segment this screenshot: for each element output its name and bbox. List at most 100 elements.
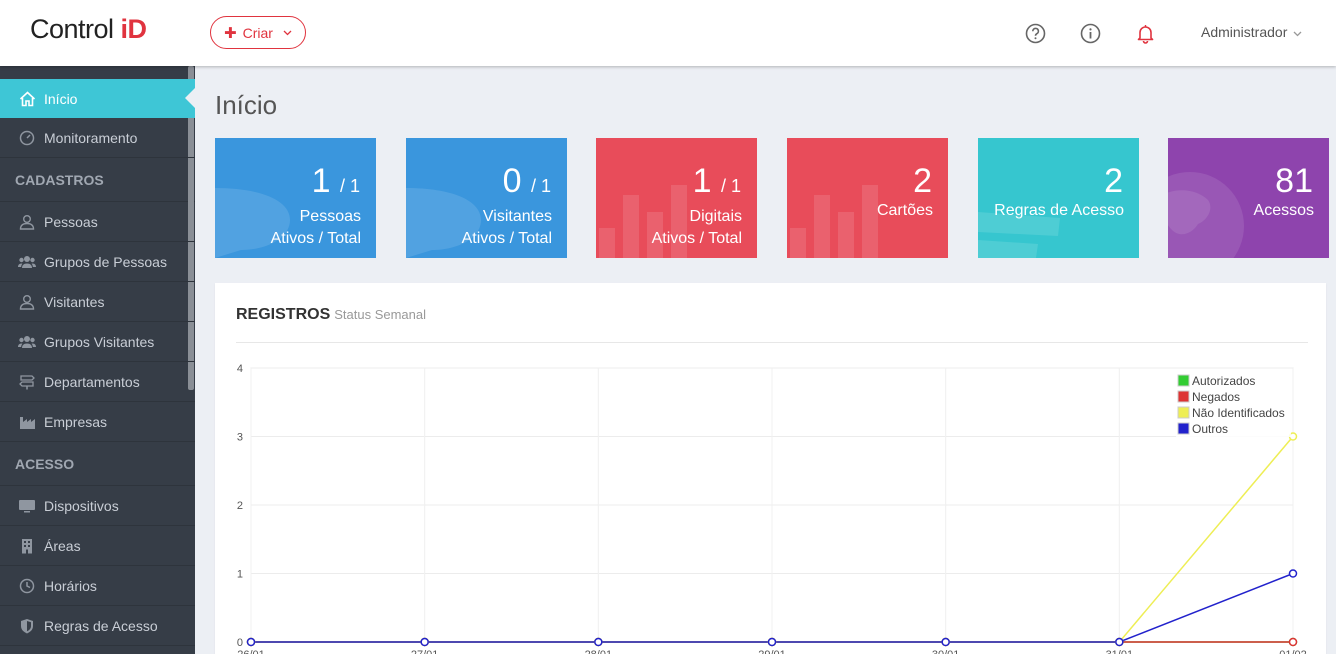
tile-number: 2 — [913, 162, 932, 200]
x-tick-label: 26/01 — [237, 649, 265, 654]
sidebar-item-visitantes[interactable]: Visitantes — [0, 282, 195, 322]
tile-visitantes[interactable]: 0 / 1 Visitantes Ativos / Total — [406, 138, 567, 258]
shield-icon — [17, 616, 37, 636]
y-tick-label: 4 — [237, 363, 243, 375]
tile-pessoas[interactable]: 1 / 1 Pessoas Ativos / Total — [215, 138, 376, 258]
tile-value: 0 / 1 — [503, 164, 551, 203]
y-tick-label: 3 — [237, 432, 243, 444]
tile-sublabel: Ativos / Total — [270, 230, 361, 247]
sidebar-item-areas[interactable]: Áreas — [0, 526, 195, 566]
plus-icon: ✚ — [224, 24, 237, 42]
tile-value: 2 — [913, 164, 932, 198]
top-bar: Control iD ✚ Criar Administrador — [0, 0, 1336, 66]
create-button[interactable]: ✚ Criar — [210, 16, 306, 49]
factory-icon — [17, 412, 37, 432]
tile-total: / 1 — [720, 176, 741, 196]
sidebar-item-label: Visitantes — [44, 293, 105, 310]
tile-cartoes[interactable]: 2 Cartões — [787, 138, 948, 258]
tile-digitais[interactable]: 1 / 1 Digitais Ativos / Total — [596, 138, 757, 258]
tile-regras-de-acesso[interactable]: 2 Regras de Acesso — [978, 138, 1139, 258]
tile-label: Pessoas — [299, 208, 361, 225]
sidebar-item-regras-de-acesso[interactable]: Regras de Acesso — [0, 606, 195, 646]
data-point — [594, 637, 603, 647]
sidebar-item-horarios[interactable]: Horários — [0, 566, 195, 606]
sidebar-item-label: Dispositivos — [44, 497, 119, 514]
data-point — [767, 637, 777, 647]
sidebar-item-label: Regras de Acesso — [44, 617, 158, 634]
user-name: Administrador — [1201, 24, 1288, 40]
create-label: Criar — [242, 24, 273, 41]
sidebar-item-label: Início — [44, 90, 78, 107]
chevron-down-icon — [1293, 29, 1302, 39]
tile-number: 2 — [1104, 162, 1123, 200]
home-icon — [17, 89, 37, 109]
x-tick-label: 30/01 — [932, 649, 960, 654]
section-header-cadastros: CADASTROS — [0, 158, 195, 202]
user-menu[interactable]: Administrador — [1201, 24, 1302, 40]
x-tick-label: 27/01 — [411, 649, 439, 654]
building-icon — [17, 536, 37, 556]
y-tick-label: 1 — [237, 569, 243, 581]
data-point — [941, 637, 950, 647]
tile-label: Regras de Acesso — [994, 202, 1124, 219]
logo-text: Control — [30, 14, 121, 44]
legend-swatch — [1177, 374, 1190, 387]
tile-sublabel: Ativos / Total — [651, 230, 742, 247]
legend-swatch — [1177, 422, 1190, 435]
tile-number: 81 — [1275, 162, 1313, 200]
sidebar-item-label: Horários — [44, 577, 97, 594]
sidebar-item-monitoramento[interactable]: Monitoramento — [0, 118, 195, 158]
sidebar-item-pessoas[interactable]: Pessoas — [0, 202, 195, 242]
sidebar-item-label: Grupos Visitantes — [44, 333, 155, 350]
sidebar-item-grupos-de-pessoas[interactable]: Grupos de Pessoas — [0, 242, 195, 282]
sidebar-item-departamentos[interactable]: Departamentos — [0, 362, 195, 402]
sidebar-item-inicio[interactable]: Início — [0, 79, 195, 118]
legend-label: Negados — [1192, 390, 1240, 404]
monitor-icon — [17, 496, 37, 516]
tile-value: 1 / 1 — [693, 164, 741, 203]
signpost-icon — [17, 372, 37, 392]
gauge-icon — [17, 128, 37, 148]
chevron-down-icon — [283, 28, 292, 38]
info-icon[interactable] — [1079, 22, 1101, 44]
tile-label: Visitantes — [482, 208, 552, 225]
sidebar-item-empresas[interactable]: Empresas — [0, 402, 195, 442]
data-point — [1115, 637, 1124, 647]
x-tick-label: 01/02 — [1279, 649, 1307, 654]
x-tick-label: 29/01 — [758, 649, 786, 654]
legend-swatch — [1177, 406, 1190, 419]
sidebar-item-label: Empresas — [44, 413, 108, 430]
tile-number: 0 — [502, 162, 522, 200]
legend-label: Autorizados — [1192, 374, 1255, 388]
sidebar-item-grupos-visitantes[interactable]: Grupos Visitantes — [0, 322, 195, 362]
legend-swatch — [1177, 390, 1190, 403]
clock-icon — [17, 576, 37, 596]
sidebar-item-label: Pessoas — [44, 213, 98, 230]
help-icon[interactable] — [1024, 22, 1046, 44]
tile-number: 1 — [311, 162, 331, 200]
y-tick-label: 0 — [237, 637, 243, 649]
data-point — [1288, 637, 1298, 647]
tile-label: Cartões — [876, 202, 933, 219]
logo[interactable]: Control iD — [30, 14, 147, 45]
data-point — [1288, 569, 1298, 578]
sidebar-item-label: Monitoramento — [44, 129, 138, 146]
tile-value: 1 / 1 — [312, 164, 360, 203]
users-icon — [17, 252, 37, 272]
sidebar: Início Monitoramento CADASTROS Pessoas G… — [0, 66, 195, 654]
bell-icon[interactable] — [1134, 22, 1156, 44]
users-icon — [17, 332, 37, 352]
legend-label: Outros — [1192, 422, 1228, 436]
tile-value: 2 — [1104, 164, 1123, 198]
data-point — [420, 637, 429, 647]
tile-total: / 1 — [339, 176, 360, 196]
tile-acessos[interactable]: 81 Acessos — [1168, 138, 1329, 258]
user-icon — [17, 212, 37, 232]
x-tick-label: 28/01 — [585, 649, 613, 654]
tile-value: 81 — [1275, 164, 1313, 198]
sidebar-item-label: Áreas — [44, 537, 81, 554]
sidebar-item-label: Grupos de Pessoas — [44, 253, 167, 270]
section-header-acesso: ACESSO — [0, 442, 195, 486]
sidebar-item-dispositivos[interactable]: Dispositivos — [0, 486, 195, 526]
tile-label: Acessos — [1253, 202, 1314, 219]
